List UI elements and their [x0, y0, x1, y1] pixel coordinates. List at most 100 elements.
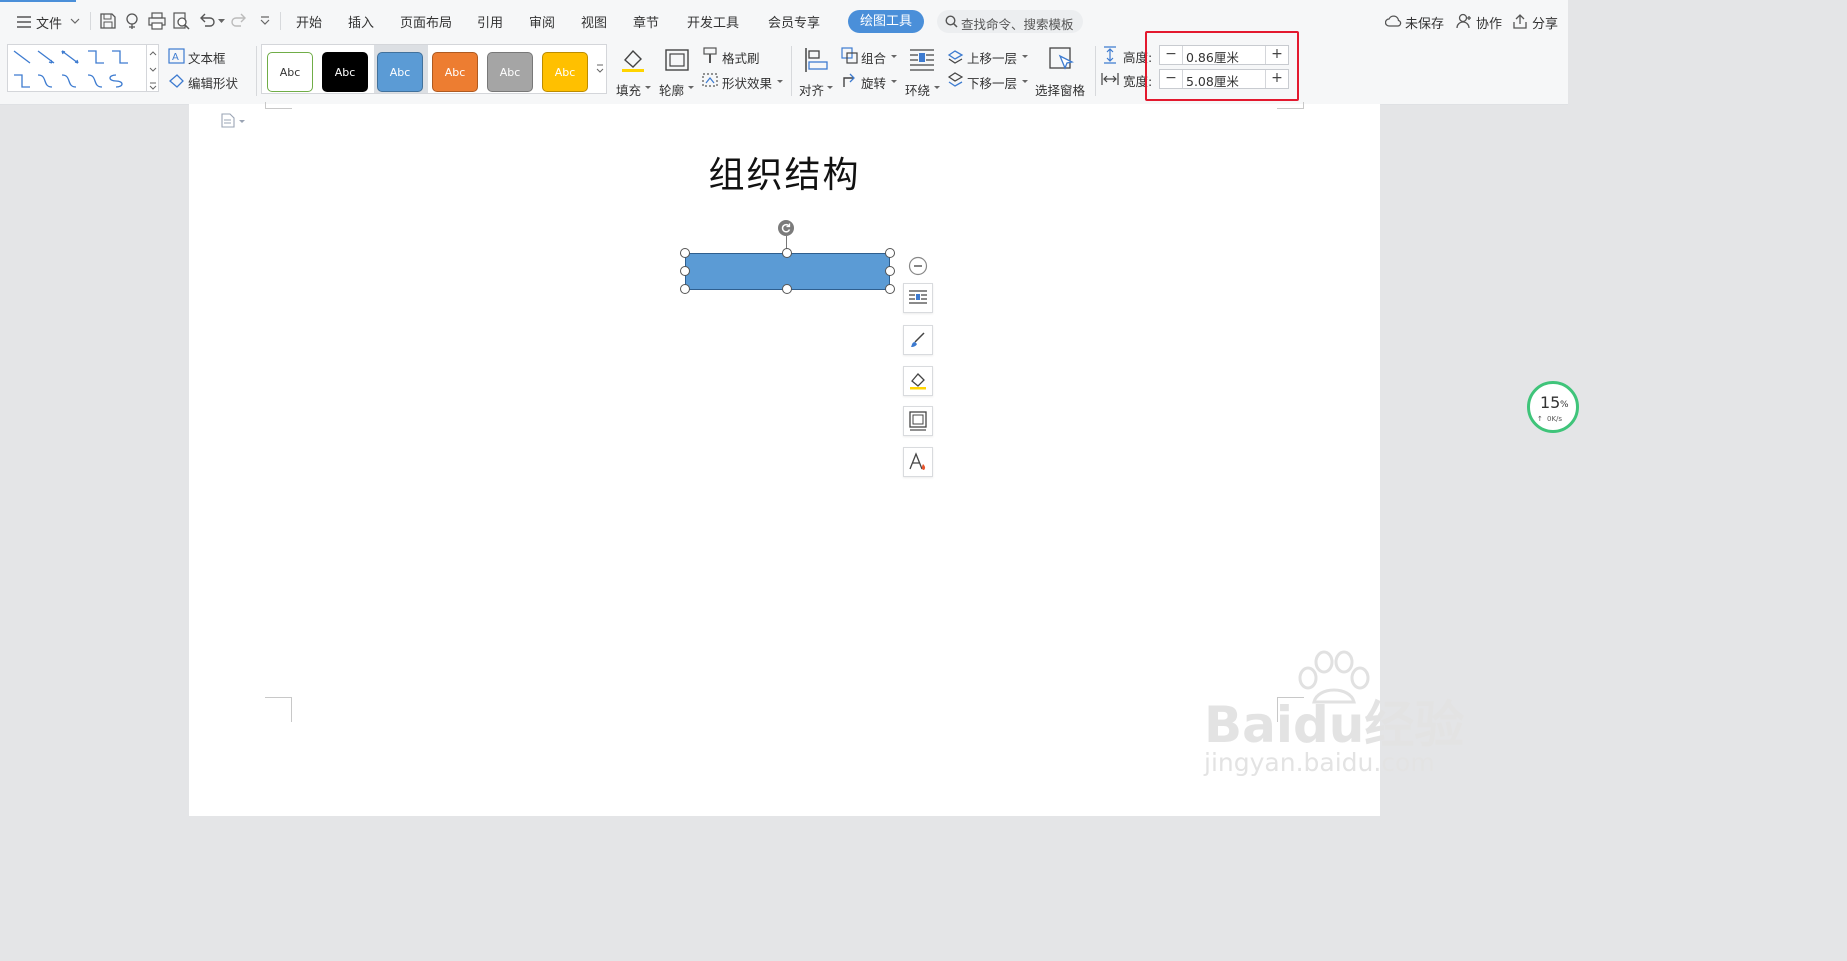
separator: [280, 12, 281, 30]
shape-effect-button[interactable]: 形状效果: [702, 72, 784, 92]
tab-chapter[interactable]: 章节: [633, 12, 659, 31]
wrap-label: 环绕: [905, 83, 931, 98]
chevron-down-icon: [777, 80, 783, 83]
tab-references[interactable]: 引用: [477, 12, 503, 31]
resize-handle-left[interactable]: [680, 266, 690, 276]
tab-drawing-tools[interactable]: 绘图工具: [848, 10, 924, 33]
resize-handle-bottom[interactable]: [782, 284, 792, 294]
group-button[interactable]: 组合: [841, 47, 899, 67]
height-icon: [1104, 46, 1116, 64]
search-icon: [945, 15, 958, 28]
wrap-button[interactable]: 环绕: [904, 46, 942, 98]
tab-home[interactable]: 开始: [296, 12, 322, 31]
shape-style-swatch[interactable]: Abc: [267, 52, 313, 92]
fill-button[interactable]: 填充: [615, 46, 655, 98]
brush-icon: [911, 332, 925, 347]
speed-percent: 15: [1540, 393, 1561, 412]
tab-page-layout[interactable]: 页面布局: [400, 12, 452, 31]
paint-bucket-icon: [910, 373, 926, 390]
outline-label: 轮廓: [659, 83, 685, 98]
format-painter-button[interactable]: 格式刷: [702, 47, 772, 67]
align-button[interactable]: 对齐: [798, 46, 834, 98]
save-icon[interactable]: [99, 12, 117, 30]
highlight-annotation: [1145, 31, 1299, 101]
tab-developer[interactable]: 开发工具: [687, 12, 739, 31]
chevron-down-icon: [645, 86, 651, 89]
shape-style-swatch[interactable]: Abc: [542, 52, 588, 92]
separator: [791, 46, 792, 96]
shape-outline-button[interactable]: [903, 406, 933, 436]
edit-shape-button[interactable]: 编辑形状: [168, 72, 252, 92]
text-wrap-icon: [909, 290, 927, 304]
shape-style-gallery: Abc Abc Abc Abc Abc Abc: [261, 44, 607, 94]
share-button[interactable]: 分享: [1512, 11, 1562, 33]
textbox-button[interactable]: A 文本框: [168, 47, 248, 67]
format-painter-label: 格式刷: [722, 51, 760, 66]
resize-handle-bottom-right[interactable]: [885, 284, 895, 294]
gallery-arrows-icon: [149, 51, 157, 90]
bring-forward-button[interactable]: 上移一层: [947, 47, 1031, 67]
document-title[interactable]: 组织结构: [189, 146, 1380, 198]
rotate-handle-icon[interactable]: [778, 220, 794, 236]
svg-text:A: A: [172, 52, 179, 63]
width-icon: [1101, 73, 1119, 85]
send-backward-label: 下移一层: [967, 76, 1018, 91]
shape-style-swatch[interactable]: Abc: [377, 52, 423, 92]
shape-style-button[interactable]: [903, 325, 933, 355]
group-icon: [841, 47, 858, 64]
selection-pane-button[interactable]: 选择窗格: [1035, 46, 1089, 98]
drawing-ribbon: A 文本框 编辑形状 Abc Abc Abc Abc Abc Abc 填充 轮廓 格式刷 …: [0, 42, 1568, 105]
outline-button[interactable]: 轮廓: [658, 46, 698, 98]
selection-pane-label: 选择窗格: [1035, 83, 1086, 98]
shape-effect-label: 形状效果: [722, 76, 773, 91]
undo-icon[interactable]: [198, 12, 216, 30]
rotate-button[interactable]: 旋转: [841, 72, 899, 92]
collaborate-button[interactable]: 协作: [1456, 11, 1506, 33]
print-preview-icon[interactable]: [172, 12, 190, 30]
paragraph-menu[interactable]: [221, 113, 249, 129]
gallery-more-icon[interactable]: [596, 63, 604, 75]
line-shape-gallery[interactable]: [7, 44, 159, 92]
customize-toolbar-icon[interactable]: [260, 16, 270, 26]
textbox-icon: A: [168, 48, 185, 64]
document-page[interactable]: 组织结构: [189, 102, 1380, 816]
redo-icon[interactable]: [230, 12, 248, 30]
shape-style-swatch[interactable]: Abc: [487, 52, 533, 92]
shape-fill-button[interactable]: [903, 366, 933, 396]
rotate-icon: [843, 73, 855, 87]
file-menu[interactable]: 文件: [14, 12, 80, 32]
selection-pane-icon: [1049, 47, 1074, 70]
search-box[interactable]: 查找命令、搜索模板: [937, 10, 1083, 33]
layout-options-button[interactable]: [903, 283, 933, 313]
resize-handle-top[interactable]: [782, 248, 792, 258]
separator: [90, 12, 91, 30]
resize-handle-top-left[interactable]: [680, 248, 690, 258]
line-shapes-icon: [13, 50, 128, 88]
text-effect-button[interactable]: [903, 447, 933, 477]
gallery-scroll[interactable]: [146, 44, 160, 92]
shape-style-swatch[interactable]: Abc: [432, 52, 478, 92]
shape-style-swatch[interactable]: Abc: [322, 52, 368, 92]
tab-review[interactable]: 审阅: [529, 12, 555, 31]
network-speed-widget[interactable]: 15 % ↑ 0K/s: [1527, 381, 1579, 433]
resize-handle-bottom-left[interactable]: [680, 284, 690, 294]
unsaved-status[interactable]: 未保存: [1385, 11, 1447, 33]
tab-view[interactable]: 视图: [581, 12, 607, 31]
text-effect-icon: [909, 452, 926, 470]
resize-handle-right[interactable]: [885, 266, 895, 276]
tab-member[interactable]: 会员专享: [768, 12, 820, 31]
chevron-down-icon: [239, 120, 245, 123]
print-icon[interactable]: [148, 12, 166, 30]
send-backward-button[interactable]: 下移一层: [947, 72, 1031, 92]
collapse-toolbar-icon[interactable]: [908, 256, 928, 276]
resize-handle-top-right[interactable]: [885, 248, 895, 258]
watermark-url: jingyan.baidu.com: [1204, 748, 1435, 777]
tab-insert[interactable]: 插入: [348, 12, 374, 31]
export-icon[interactable]: [124, 12, 142, 30]
align-icon: [805, 48, 828, 72]
document-icon: [221, 113, 235, 128]
watermark-brand: Baidu经验: [1204, 696, 1465, 754]
rotate-label: 旋转: [861, 76, 887, 91]
search-placeholder: 查找命令、搜索模板: [961, 17, 1074, 32]
undo-dropdown-icon[interactable]: [218, 19, 225, 24]
